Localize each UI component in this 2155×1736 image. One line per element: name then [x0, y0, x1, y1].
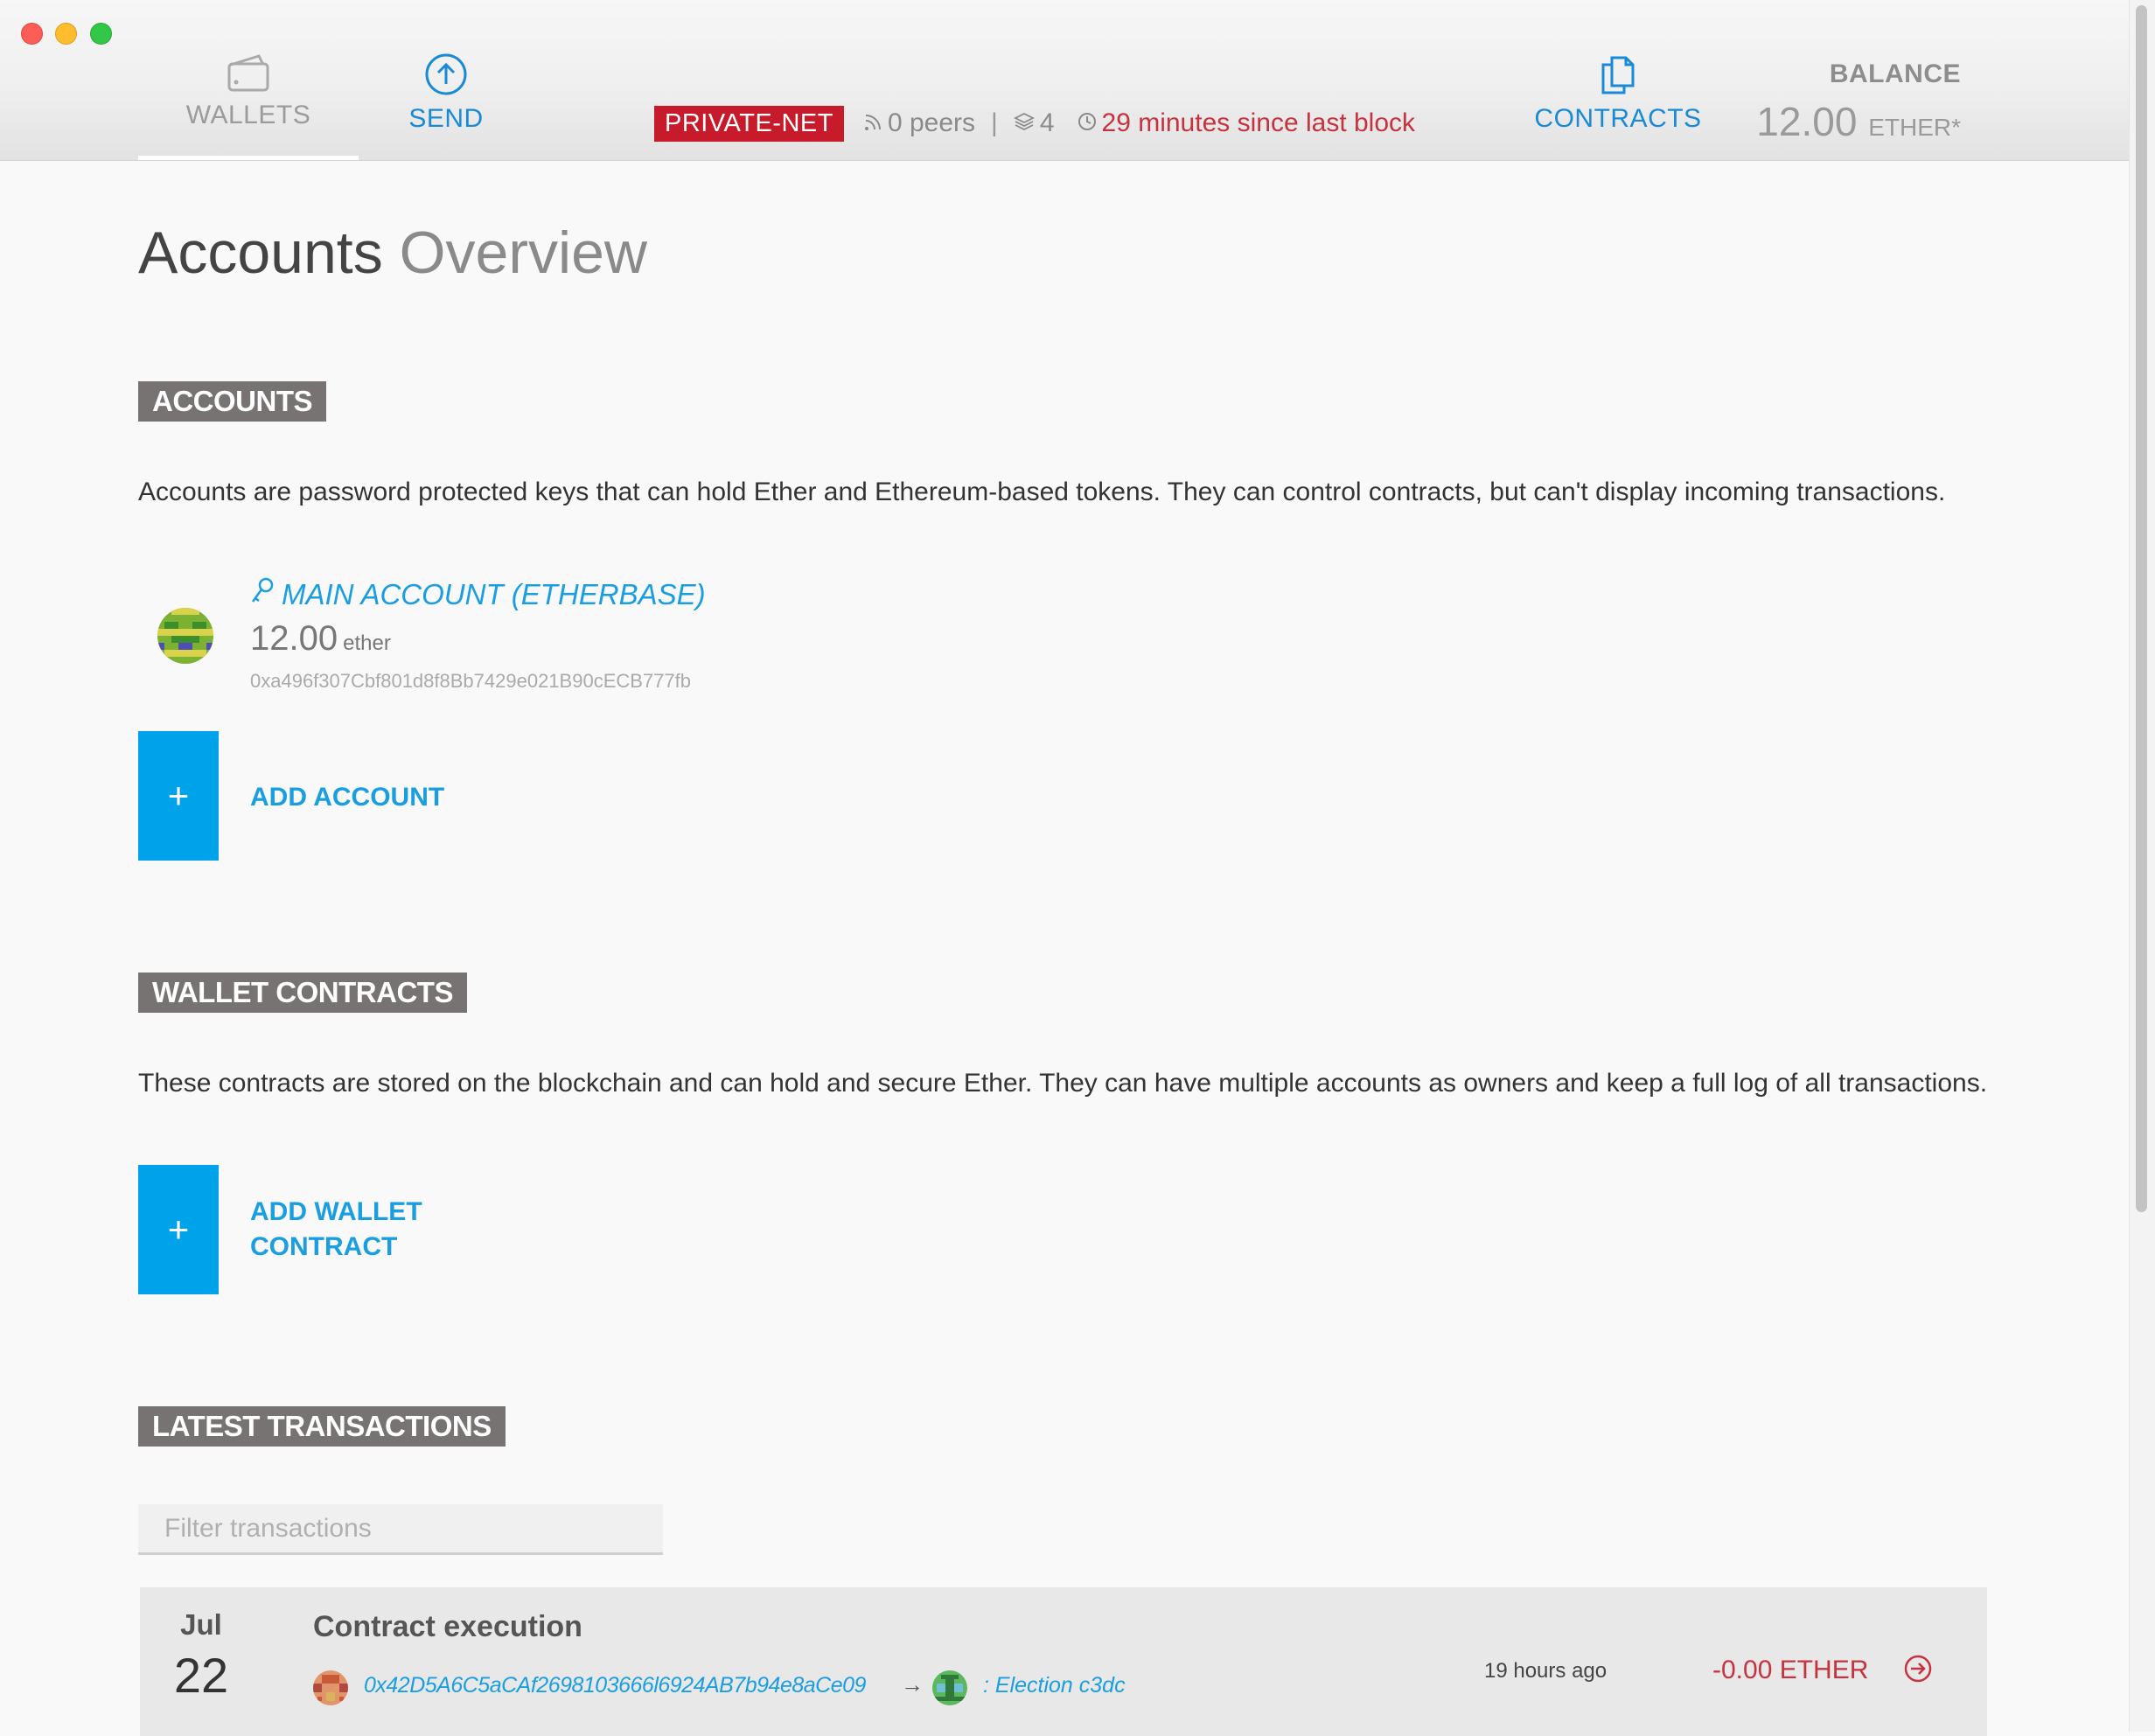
account-name: MAIN ACCOUNT (ETHERBASE) — [282, 578, 706, 610]
transaction-arrow: → — [901, 1671, 924, 1698]
window-minimize-button[interactable] — [55, 23, 77, 45]
to-identicon — [932, 1670, 967, 1705]
total-balance: BALANCE 12.00 ETHER* — [1756, 59, 1961, 145]
transaction-day: 22 — [173, 1648, 229, 1703]
transaction-row[interactable]: Jul 22 Contract execution 0x42D5A6C5aCAf… — [140, 1587, 1987, 1736]
nav-wallets-label: WALLETS — [185, 101, 311, 129]
send-arrow-icon — [424, 53, 468, 100]
peers-count: 0 peers — [887, 108, 976, 137]
balance-amount-row: 12.00 ETHER* — [1756, 98, 1961, 145]
accounts-heading: ACCOUNTS — [138, 381, 326, 422]
network-status: PRIVATE-NET 0 peers | 4 29 minutes since… — [654, 103, 1415, 143]
transaction-type: Contract execution — [313, 1610, 582, 1643]
filter-transactions-input[interactable] — [138, 1504, 663, 1555]
block-status: 4 — [1013, 108, 1055, 138]
add-account-button[interactable]: + — [138, 731, 219, 861]
add-wallet-contract-label[interactable]: ADD WALLET CONTRACT — [250, 1195, 422, 1265]
transaction-month: Jul — [180, 1608, 222, 1641]
nav-send-label: SEND — [408, 104, 484, 133]
account-identicon — [157, 608, 213, 664]
transaction-time: 19 hours ago — [1484, 1659, 1608, 1683]
app-header: WALLETS SEND PRIVATE-NET 0 peers | 4 29 … — [0, 0, 2129, 161]
status-separator: | — [991, 108, 998, 137]
peers-icon — [863, 108, 888, 138]
latest-transactions-heading: LATEST TRANSACTIONS — [138, 1406, 506, 1447]
account-balance-unit: ether — [343, 631, 391, 655]
page-title-strong: Accounts — [138, 220, 383, 286]
peers-status: 0 peers — [863, 108, 975, 138]
transaction-amount: -0.00 ETHER — [1712, 1656, 1869, 1684]
transaction-to-contract[interactable]: : Election c3dc — [983, 1673, 1126, 1698]
transaction-from-address[interactable]: 0x42D5A6C5aCAf2698103666l6924AB7b94e8aCe… — [364, 1673, 866, 1698]
nav-wallets[interactable]: WALLETS — [138, 52, 359, 160]
account-balance: 12.00 ether — [250, 619, 391, 659]
wallet-contracts-heading: WALLET CONTRACTS — [138, 973, 467, 1013]
wallet-contracts-description: These contracts are stored on the blockc… — [138, 1069, 1988, 1098]
nav-contracts[interactable]: CONTRACTS — [1531, 52, 1705, 134]
nav-active-indicator — [138, 156, 359, 160]
blocks-icon — [1013, 108, 1040, 138]
scrollbar-thumb[interactable] — [2136, 5, 2147, 1212]
balance-unit: ETHER* — [1868, 114, 1961, 141]
account-card[interactable]: MAIN ACCOUNT (ETHERBASE) 12.00 ether 0xa4… — [138, 577, 925, 700]
clock-icon — [1078, 108, 1102, 138]
add-account-label[interactable]: ADD ACCOUNT — [250, 780, 444, 815]
arrow-circle-icon[interactable] — [1903, 1654, 1933, 1688]
wallet-icon — [226, 54, 271, 96]
key-icon — [250, 577, 282, 612]
nav-send[interactable]: SEND — [385, 52, 507, 134]
window-close-button[interactable] — [21, 23, 43, 45]
account-name-link[interactable]: MAIN ACCOUNT (ETHERBASE) — [250, 577, 706, 612]
add-wallet-contract-label-line1: ADD WALLET — [250, 1197, 422, 1226]
accounts-description: Accounts are password protected keys tha… — [138, 478, 1946, 506]
nav-contracts-label: CONTRACTS — [1534, 104, 1702, 133]
account-balance-amount: 12.00 — [250, 619, 338, 658]
account-address: 0xa496f307Cbf801d8f8Bb7429e021B90cECB777… — [250, 670, 691, 692]
last-block-text: 29 minutes since last block — [1101, 108, 1416, 137]
last-block-time: 29 minutes since last block — [1078, 108, 1416, 138]
contracts-icon — [1596, 56, 1640, 100]
window-zoom-button[interactable] — [90, 23, 112, 45]
page-title-light: Overview — [399, 220, 647, 286]
network-badge: PRIVATE-NET — [654, 105, 844, 142]
page-title: Accounts Overview — [138, 219, 647, 287]
balance-amount: 12.00 — [1756, 99, 1858, 144]
block-number: 4 — [1039, 108, 1055, 137]
add-wallet-contract-label-line2: CONTRACT — [250, 1232, 398, 1261]
add-wallet-contract-button[interactable]: + — [138, 1165, 219, 1294]
from-identicon — [313, 1670, 348, 1705]
balance-title: BALANCE — [1829, 59, 1961, 88]
